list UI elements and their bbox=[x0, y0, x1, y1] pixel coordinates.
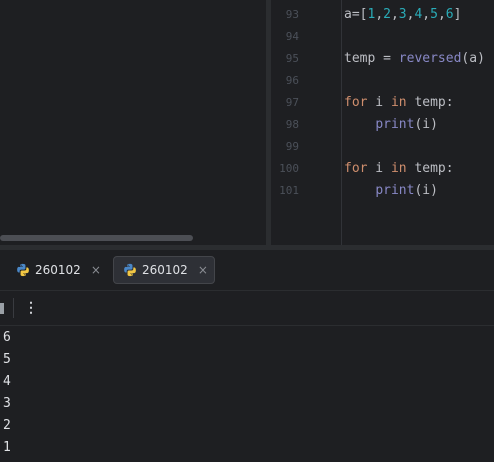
code-line: 95 temp = reversed(a) bbox=[271, 49, 494, 71]
code-token: (i) bbox=[414, 183, 438, 198]
scrollbar-thumb[interactable] bbox=[0, 235, 193, 241]
code-token: , bbox=[422, 7, 431, 22]
code-token: print bbox=[375, 117, 415, 132]
console-line: 5 bbox=[3, 352, 11, 367]
code-token: a=[ bbox=[344, 7, 368, 22]
code-line: 100 for i in temp: bbox=[271, 159, 494, 181]
line-number: 101 bbox=[279, 184, 299, 197]
code-token: temp = bbox=[344, 51, 399, 66]
code-token: 5 bbox=[430, 7, 438, 22]
run-tab-label: 260102 bbox=[142, 263, 188, 277]
code-line: 96 bbox=[271, 71, 494, 93]
code-token: , bbox=[375, 7, 384, 22]
code-text: for i in temp: bbox=[344, 161, 454, 176]
line-number: 93 bbox=[285, 8, 299, 21]
python-icon bbox=[17, 263, 29, 277]
code-text: for i in temp: bbox=[344, 95, 454, 110]
code-token: for bbox=[344, 161, 368, 176]
python-icon bbox=[124, 263, 136, 277]
line-number: 96 bbox=[285, 74, 299, 87]
console-line: 6 bbox=[3, 330, 11, 345]
code-token: (a) bbox=[461, 51, 485, 66]
code-token: 6 bbox=[445, 7, 454, 22]
close-icon[interactable]: × bbox=[91, 263, 101, 277]
console-line: 1 bbox=[3, 440, 11, 455]
code-token: in bbox=[390, 95, 407, 110]
code-text: a=[1,2,3,4,5,6] bbox=[344, 7, 461, 22]
stop-icon[interactable] bbox=[0, 303, 4, 314]
code-token: reversed bbox=[398, 51, 462, 66]
line-number: 94 bbox=[285, 30, 299, 43]
code-text: print(i) bbox=[344, 183, 438, 198]
toolbar-separator bbox=[13, 298, 14, 318]
code-token: (i) bbox=[414, 117, 438, 132]
code-token: temp: bbox=[406, 95, 454, 110]
code-editor[interactable]: 93 a=[1,2,3,4,5,6] 94 95 temp = reversed(a… bbox=[271, 0, 494, 245]
code-line: 101 print(i) bbox=[271, 181, 494, 203]
code-token: for bbox=[344, 95, 368, 110]
console-line: 2 bbox=[3, 418, 11, 433]
code-token: , bbox=[390, 7, 399, 22]
close-icon[interactable]: × bbox=[198, 263, 208, 277]
code-token: temp: bbox=[406, 161, 454, 176]
console-output[interactable]: 6 5 4 3 2 1 bbox=[0, 326, 494, 461]
code-token: ] bbox=[453, 7, 462, 22]
run-toolbar: ⋮ bbox=[0, 291, 494, 326]
code-text: temp = reversed(a) bbox=[344, 51, 485, 66]
run-tab[interactable]: 260102 × bbox=[16, 256, 105, 284]
code-line: 97 for i in temp: bbox=[271, 93, 494, 115]
code-token: i bbox=[367, 161, 391, 176]
project-panel bbox=[0, 0, 266, 245]
code-line: 99 bbox=[271, 137, 494, 159]
more-options-icon[interactable]: ⋮ bbox=[22, 297, 40, 319]
code-text: print(i) bbox=[344, 117, 438, 132]
code-token: in bbox=[390, 161, 407, 176]
line-number: 98 bbox=[285, 118, 299, 131]
code-token: 2 bbox=[383, 7, 391, 22]
console-line: 3 bbox=[3, 396, 11, 411]
run-tabbar: 260102 × 260102 × bbox=[0, 250, 494, 291]
code-line: 98 print(i) bbox=[271, 115, 494, 137]
line-number: 100 bbox=[279, 162, 299, 175]
run-tab-label: 260102 bbox=[35, 263, 81, 277]
horizontal-scrollbar[interactable] bbox=[0, 235, 262, 242]
line-number: 99 bbox=[285, 140, 299, 153]
gutter-divider bbox=[341, 0, 342, 245]
console-line: 4 bbox=[3, 374, 11, 389]
code-token: i bbox=[367, 95, 391, 110]
code-line: 94 bbox=[271, 27, 494, 49]
code-line: 93 a=[1,2,3,4,5,6] bbox=[271, 5, 494, 27]
run-tab-active[interactable]: 260102 × bbox=[113, 256, 215, 284]
line-number: 95 bbox=[285, 52, 299, 65]
line-number: 97 bbox=[285, 96, 299, 109]
code-token: , bbox=[437, 7, 446, 22]
code-token: 3 bbox=[398, 7, 407, 22]
code-token: print bbox=[375, 183, 415, 198]
